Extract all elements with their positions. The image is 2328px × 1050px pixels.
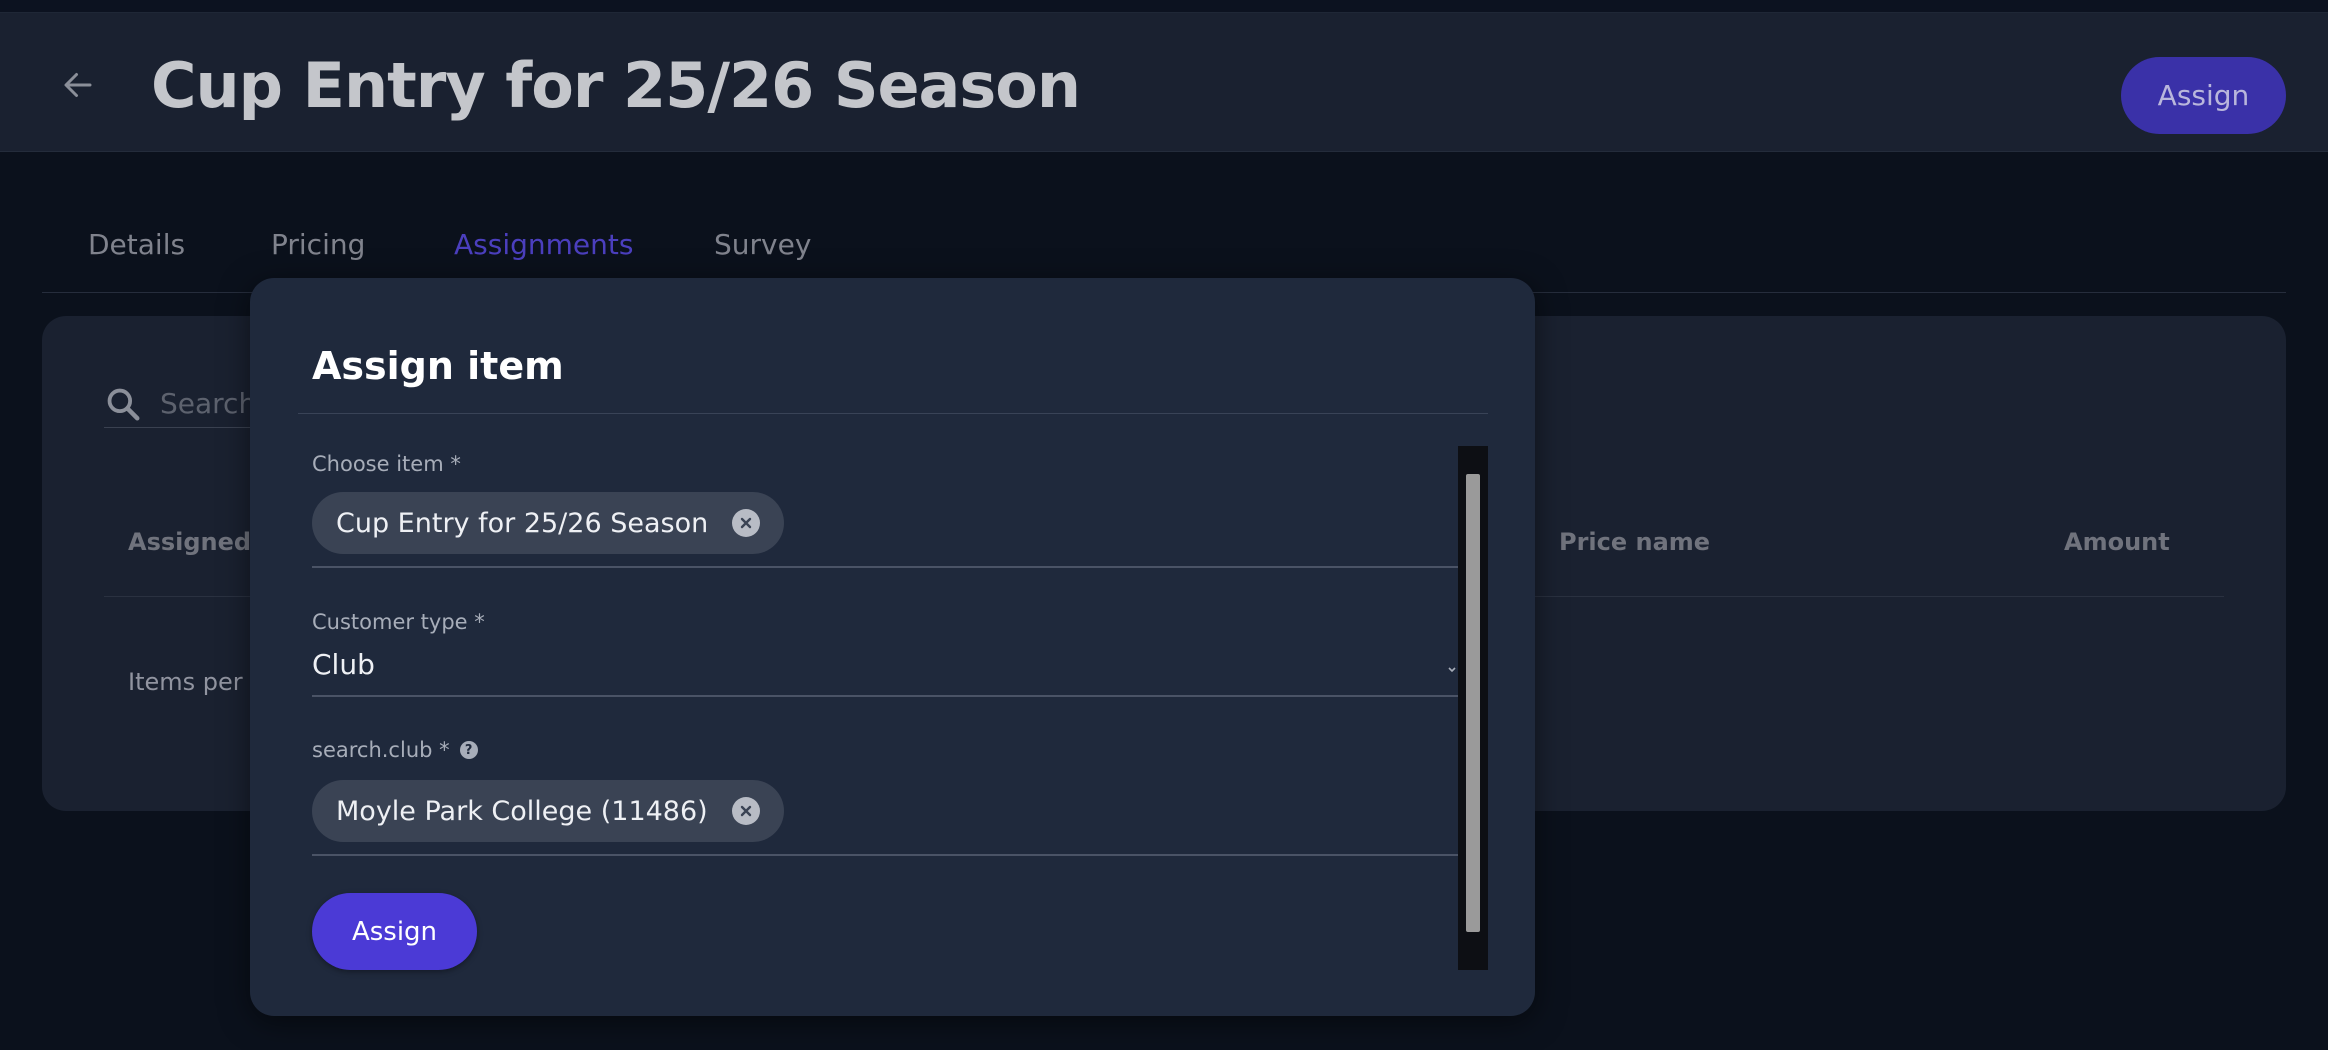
- choose-item-label: Choose item *: [312, 452, 461, 476]
- assign-item-dialog: Assign item Choose item * Cup Entry for …: [250, 278, 1535, 1016]
- chip-label: Cup Entry for 25/26 Season: [336, 507, 709, 539]
- search-icon: [107, 388, 140, 420]
- dialog-assign-button[interactable]: Assign: [312, 893, 477, 970]
- customer-type-label: Customer type *: [312, 610, 485, 634]
- close-circle-icon[interactable]: [732, 509, 761, 537]
- dialog-title: Assign item: [312, 344, 564, 388]
- search-club-label-text: search.club *: [312, 738, 450, 762]
- search-club-label: search.club * ?: [312, 738, 478, 762]
- page-header: Cup Entry for 25/26 Season Assign: [0, 13, 2328, 152]
- choose-item-chip[interactable]: Cup Entry for 25/26 Season: [312, 492, 785, 554]
- customer-type-select[interactable]: Club: [312, 648, 375, 681]
- dialog-divider: [298, 413, 1488, 414]
- page-title: Cup Entry for 25/26 Season: [151, 49, 1081, 122]
- arrow-left-icon: [64, 73, 92, 97]
- help-circle-icon[interactable]: ?: [459, 741, 478, 759]
- column-header-price-name[interactable]: Price name: [1559, 528, 1710, 556]
- header-assign-button[interactable]: Assign: [2121, 57, 2286, 134]
- tab-assignments[interactable]: Assignments: [454, 228, 633, 261]
- dialog-scrollbar[interactable]: [1458, 446, 1488, 970]
- tab-survey[interactable]: Survey: [714, 228, 811, 261]
- close-circle-icon[interactable]: [731, 797, 760, 825]
- tab-pricing[interactable]: Pricing: [271, 228, 365, 261]
- search-club-underline: [312, 854, 1460, 856]
- chip-label: Moyle Park College (11486): [336, 795, 708, 827]
- choose-item-underline: [312, 566, 1460, 568]
- top-strip: [0, 0, 2328, 13]
- club-chip[interactable]: Moyle Park College (11486): [312, 780, 784, 842]
- customer-type-underline: [312, 695, 1460, 697]
- search-placeholder: Search: [160, 387, 257, 420]
- chevron-down-icon[interactable]: [1446, 656, 1458, 676]
- scrollbar-thumb[interactable]: [1466, 474, 1480, 932]
- tab-details[interactable]: Details: [88, 228, 185, 261]
- back-button[interactable]: [58, 65, 98, 105]
- column-header-amount[interactable]: Amount: [2064, 528, 2170, 556]
